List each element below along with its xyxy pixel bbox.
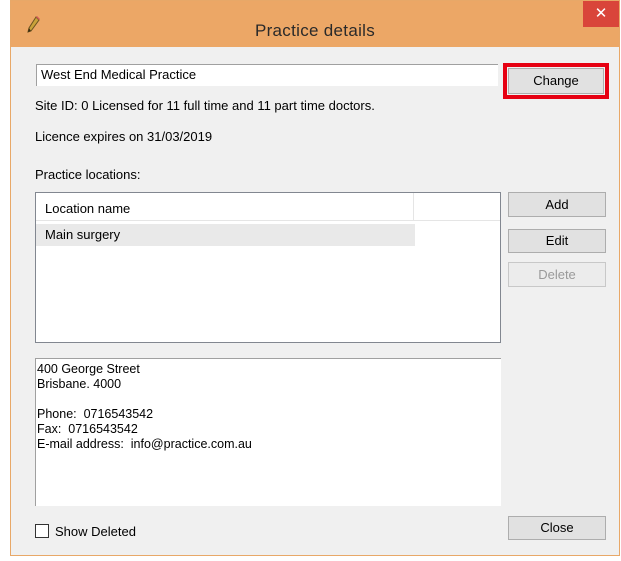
title-bar[interactable]: Practice details ✕ <box>11 1 619 47</box>
list-item[interactable]: Main surgery <box>36 224 415 246</box>
practice-details-dialog: Practice details ✕ West End Medical Prac… <box>10 0 620 556</box>
site-licence-text: Site ID: 0 Licensed for 11 full time and… <box>35 98 375 113</box>
practice-name-field[interactable]: West End Medical Practice <box>36 64 498 86</box>
close-window-button[interactable]: ✕ <box>583 1 619 27</box>
close-icon: ✕ <box>594 5 608 22</box>
bottom-edge <box>0 557 621 561</box>
edit-location-button[interactable]: Edit <box>508 229 606 253</box>
practice-locations-label: Practice locations: <box>35 167 141 182</box>
show-deleted-checkbox[interactable] <box>35 524 49 538</box>
close-button[interactable]: Close <box>508 516 606 540</box>
change-button-highlight <box>503 63 609 99</box>
add-location-button[interactable]: Add <box>508 192 606 217</box>
locations-list-header: Location name <box>36 193 500 221</box>
show-deleted-label[interactable]: Show Deleted <box>55 524 136 539</box>
delete-location-button[interactable]: Delete <box>508 262 606 287</box>
column-header-location-name[interactable]: Location name <box>36 193 414 220</box>
licence-expiry-text: Licence expires on 31/03/2019 <box>35 129 213 144</box>
window-title: Practice details <box>254 21 376 40</box>
practice-address-details: 400 George Street Brisbane. 4000 Phone: … <box>35 358 501 506</box>
locations-list[interactable]: Location name Main surgery <box>35 192 501 343</box>
